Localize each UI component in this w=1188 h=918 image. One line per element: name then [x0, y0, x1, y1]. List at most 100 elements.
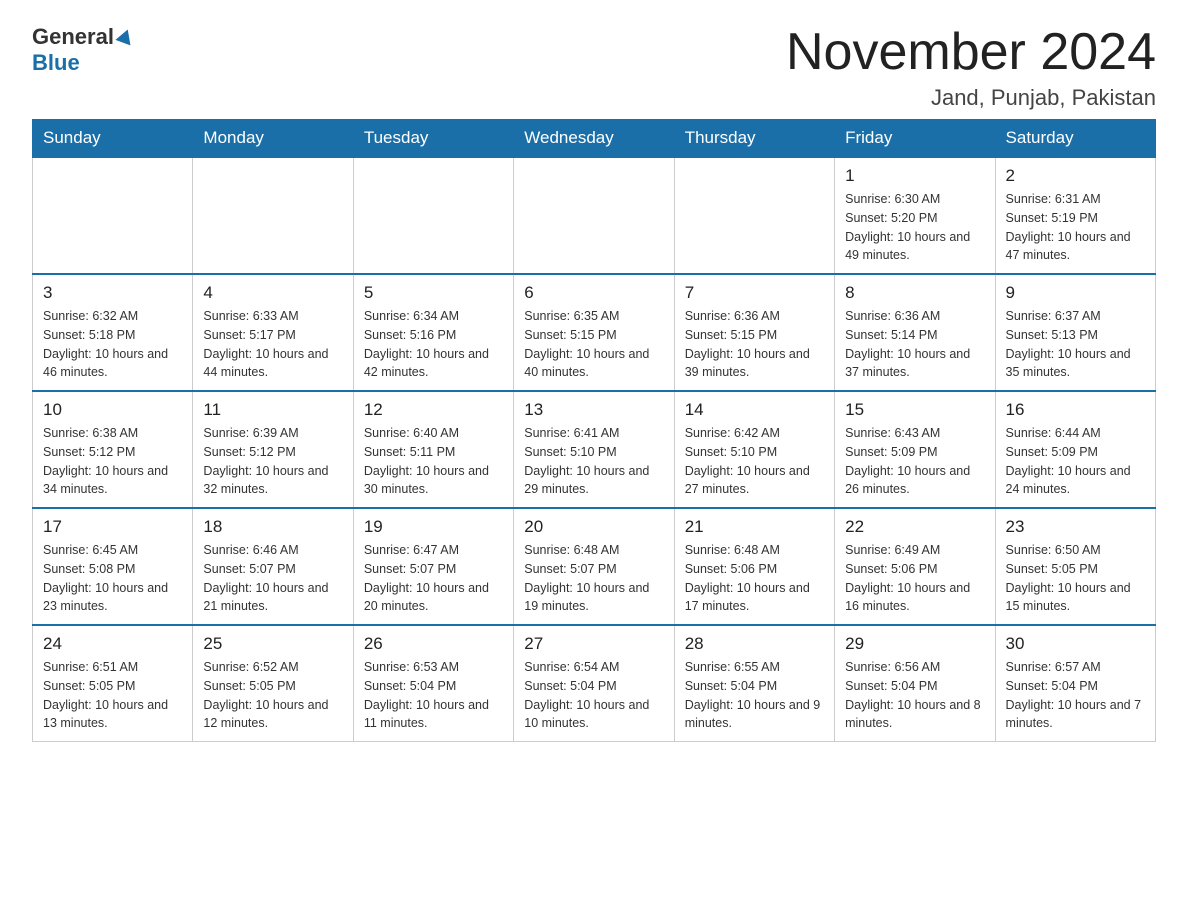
- day-number: 24: [43, 634, 182, 654]
- calendar-cell: 4 Sunrise: 6:33 AMSunset: 5:17 PMDaylight…: [193, 274, 353, 391]
- calendar-cell: 27 Sunrise: 6:54 AMSunset: 5:04 PMDayligh…: [514, 625, 674, 742]
- calendar-cell: [193, 157, 353, 274]
- title-section: November 2024 Jand, Punjab, Pakistan: [786, 24, 1156, 111]
- header-friday: Friday: [835, 120, 995, 158]
- calendar-cell: 17Sunrise: 6:45 AMSunset: 5:08 PMDayligh…: [33, 508, 193, 625]
- calendar-table: SundayMondayTuesdayWednesdayThursdayFrid…: [32, 119, 1156, 742]
- calendar-cell: 9 Sunrise: 6:37 AMSunset: 5:13 PMDaylight…: [995, 274, 1155, 391]
- day-info: Sunrise: 6:32 AMSunset: 5:18 PMDaylight:…: [43, 307, 182, 382]
- day-info: Sunrise: 6:57 AMSunset: 5:04 PMDaylight:…: [1006, 658, 1145, 733]
- header-tuesday: Tuesday: [353, 120, 513, 158]
- day-info: Sunrise: 6:35 AMSunset: 5:15 PMDaylight:…: [524, 307, 663, 382]
- calendar-cell: 25 Sunrise: 6:52 AMSunset: 5:05 PMDayligh…: [193, 625, 353, 742]
- day-info: Sunrise: 6:43 AMSunset: 5:09 PMDaylight:…: [845, 424, 984, 499]
- calendar-cell: 1Sunrise: 6:30 AMSunset: 5:20 PMDaylight…: [835, 157, 995, 274]
- logo: General Blue: [32, 24, 136, 76]
- day-number: 23: [1006, 517, 1145, 537]
- calendar-cell: 22 Sunrise: 6:49 AMSunset: 5:06 PMDayligh…: [835, 508, 995, 625]
- day-number: 19: [364, 517, 503, 537]
- calendar-cell: 20 Sunrise: 6:48 AMSunset: 5:07 PMDayligh…: [514, 508, 674, 625]
- calendar-cell: 13Sunrise: 6:41 AMSunset: 5:10 PMDayligh…: [514, 391, 674, 508]
- day-info: Sunrise: 6:56 AMSunset: 5:04 PMDaylight:…: [845, 658, 984, 733]
- calendar-cell: 7 Sunrise: 6:36 AMSunset: 5:15 PMDaylight…: [674, 274, 834, 391]
- day-info: Sunrise: 6:50 AMSunset: 5:05 PMDaylight:…: [1006, 541, 1145, 616]
- day-number: 3: [43, 283, 182, 303]
- week-row-1: 1Sunrise: 6:30 AMSunset: 5:20 PMDaylight…: [33, 157, 1156, 274]
- day-number: 12: [364, 400, 503, 420]
- calendar-cell: 11 Sunrise: 6:39 AMSunset: 5:12 PMDayligh…: [193, 391, 353, 508]
- calendar-cell: [33, 157, 193, 274]
- day-info: Sunrise: 6:48 AMSunset: 5:07 PMDaylight:…: [524, 541, 663, 616]
- day-info: Sunrise: 6:46 AMSunset: 5:07 PMDaylight:…: [203, 541, 342, 616]
- header-monday: Monday: [193, 120, 353, 158]
- calendar-cell: 10 Sunrise: 6:38 AMSunset: 5:12 PMDayligh…: [33, 391, 193, 508]
- day-info: Sunrise: 6:38 AMSunset: 5:12 PMDaylight:…: [43, 424, 182, 499]
- day-number: 7: [685, 283, 824, 303]
- day-number: 16: [1006, 400, 1145, 420]
- day-info: Sunrise: 6:36 AMSunset: 5:15 PMDaylight:…: [685, 307, 824, 382]
- day-number: 27: [524, 634, 663, 654]
- day-info: Sunrise: 6:40 AMSunset: 5:11 PMDaylight:…: [364, 424, 503, 499]
- calendar-cell: 8 Sunrise: 6:36 AMSunset: 5:14 PMDaylight…: [835, 274, 995, 391]
- day-number: 22: [845, 517, 984, 537]
- day-number: 28: [685, 634, 824, 654]
- calendar-cell: 29 Sunrise: 6:56 AMSunset: 5:04 PMDayligh…: [835, 625, 995, 742]
- calendar-cell: 16Sunrise: 6:44 AMSunset: 5:09 PMDayligh…: [995, 391, 1155, 508]
- page-header: General Blue November 2024 Jand, Punjab,…: [32, 24, 1156, 111]
- day-info: Sunrise: 6:42 AMSunset: 5:10 PMDaylight:…: [685, 424, 824, 499]
- day-number: 18: [203, 517, 342, 537]
- day-number: 29: [845, 634, 984, 654]
- month-title: November 2024: [786, 24, 1156, 81]
- day-info: Sunrise: 6:37 AMSunset: 5:13 PMDaylight:…: [1006, 307, 1145, 382]
- day-number: 13: [524, 400, 663, 420]
- header-thursday: Thursday: [674, 120, 834, 158]
- calendar-cell: 24 Sunrise: 6:51 AMSunset: 5:05 PMDayligh…: [33, 625, 193, 742]
- day-number: 17: [43, 517, 182, 537]
- week-row-3: 10 Sunrise: 6:38 AMSunset: 5:12 PMDayligh…: [33, 391, 1156, 508]
- calendar-cell: [514, 157, 674, 274]
- day-info: Sunrise: 6:52 AMSunset: 5:05 PMDaylight:…: [203, 658, 342, 733]
- logo-general: General: [32, 24, 114, 50]
- week-row-2: 3 Sunrise: 6:32 AMSunset: 5:18 PMDaylight…: [33, 274, 1156, 391]
- day-info: Sunrise: 6:51 AMSunset: 5:05 PMDaylight:…: [43, 658, 182, 733]
- day-info: Sunrise: 6:34 AMSunset: 5:16 PMDaylight:…: [364, 307, 503, 382]
- day-number: 21: [685, 517, 824, 537]
- day-info: Sunrise: 6:36 AMSunset: 5:14 PMDaylight:…: [845, 307, 984, 382]
- calendar-cell: 19 Sunrise: 6:47 AMSunset: 5:07 PMDayligh…: [353, 508, 513, 625]
- day-number: 20: [524, 517, 663, 537]
- day-info: Sunrise: 6:39 AMSunset: 5:12 PMDaylight:…: [203, 424, 342, 499]
- calendar-cell: [353, 157, 513, 274]
- day-number: 1: [845, 166, 984, 186]
- calendar-cell: 5Sunrise: 6:34 AMSunset: 5:16 PMDaylight…: [353, 274, 513, 391]
- logo-arrow-icon: [115, 27, 135, 47]
- logo-blue-text: Blue: [32, 50, 80, 76]
- day-number: 6: [524, 283, 663, 303]
- day-info: Sunrise: 6:31 AMSunset: 5:19 PMDaylight:…: [1006, 190, 1145, 265]
- calendar-cell: 23 Sunrise: 6:50 AMSunset: 5:05 PMDayligh…: [995, 508, 1155, 625]
- logo-text: General: [32, 24, 136, 50]
- day-number: 15: [845, 400, 984, 420]
- day-number: 11: [203, 400, 342, 420]
- day-info: Sunrise: 6:33 AMSunset: 5:17 PMDaylight:…: [203, 307, 342, 382]
- week-row-5: 24 Sunrise: 6:51 AMSunset: 5:05 PMDayligh…: [33, 625, 1156, 742]
- day-number: 26: [364, 634, 503, 654]
- calendar-cell: [674, 157, 834, 274]
- day-info: Sunrise: 6:49 AMSunset: 5:06 PMDaylight:…: [845, 541, 984, 616]
- calendar-cell: 14 Sunrise: 6:42 AMSunset: 5:10 PMDayligh…: [674, 391, 834, 508]
- day-number: 4: [203, 283, 342, 303]
- day-info: Sunrise: 6:54 AMSunset: 5:04 PMDaylight:…: [524, 658, 663, 733]
- day-info: Sunrise: 6:47 AMSunset: 5:07 PMDaylight:…: [364, 541, 503, 616]
- day-number: 9: [1006, 283, 1145, 303]
- day-number: 14: [685, 400, 824, 420]
- calendar-cell: 26Sunrise: 6:53 AMSunset: 5:04 PMDayligh…: [353, 625, 513, 742]
- calendar-cell: 3 Sunrise: 6:32 AMSunset: 5:18 PMDaylight…: [33, 274, 193, 391]
- header-wednesday: Wednesday: [514, 120, 674, 158]
- day-number: 8: [845, 283, 984, 303]
- calendar-cell: 30 Sunrise: 6:57 AMSunset: 5:04 PMDayligh…: [995, 625, 1155, 742]
- day-number: 10: [43, 400, 182, 420]
- day-number: 25: [203, 634, 342, 654]
- day-info: Sunrise: 6:55 AMSunset: 5:04 PMDaylight:…: [685, 658, 824, 733]
- location-title: Jand, Punjab, Pakistan: [786, 85, 1156, 111]
- calendar-cell: 12 Sunrise: 6:40 AMSunset: 5:11 PMDayligh…: [353, 391, 513, 508]
- day-number: 30: [1006, 634, 1145, 654]
